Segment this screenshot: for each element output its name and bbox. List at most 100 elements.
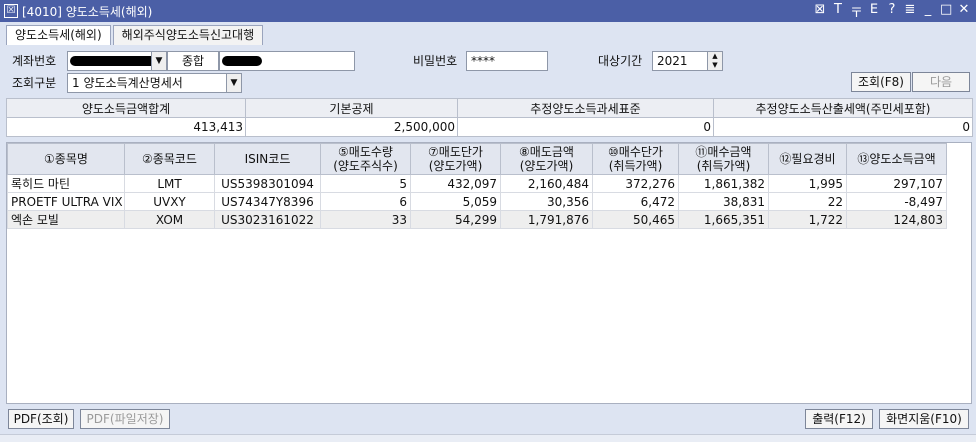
grid-header[interactable]: ⑩매수단가 (취득가액): [592, 143, 679, 175]
cell-stock-name: 록히드 마틴: [7, 174, 125, 193]
grid-header-line: ①종목명: [44, 152, 88, 166]
title-bar: ☒ [4010] 양도소득세(해외) ⊠ T 〒 ⴹ ? ≣ _ □ ✕: [0, 0, 976, 22]
query-type-select[interactable]: 1 양도소득계산명세서: [67, 73, 227, 93]
period-spinner[interactable]: ▲ ▼: [707, 51, 723, 71]
pdf-save-button[interactable]: PDF(파일저장): [80, 409, 170, 429]
window-menu-icon[interactable]: ☒: [4, 4, 18, 18]
grid-header[interactable]: ISIN코드: [214, 143, 321, 175]
grid-header[interactable]: ⑤매도수량 (양도주식수): [320, 143, 411, 175]
text-icon[interactable]: T: [832, 2, 844, 21]
grid-header[interactable]: ②종목코드: [124, 143, 215, 175]
cell-sell-qty: 6: [320, 192, 411, 211]
help-icon[interactable]: ?: [886, 2, 898, 21]
tab-capital-gains-tax-overseas[interactable]: 양도소득세(해외): [6, 25, 111, 45]
grid-header-line: ⑬양도소득금액: [857, 152, 936, 166]
detail-grid-panel[interactable]: ①종목명 ②종목코드 ISIN코드 ⑤매도수량 (양도주식수) ⑦매도단가 (양도가…: [6, 142, 972, 404]
table-row[interactable]: 엑손 모빌 XOM US3023161022 33 54,299 1,791,8…: [7, 210, 947, 229]
tab-overseas-stock-filing-agency[interactable]: 해외주식양도소득신고대행: [112, 25, 264, 45]
cell-sell-amount: 1,791,876: [500, 210, 593, 229]
cell-buy-amount: 1,861,382: [678, 174, 769, 193]
cell-gain: 124,803: [846, 210, 947, 229]
summary-value-gains-total: 413,413: [6, 117, 246, 137]
next-button[interactable]: 다음: [912, 72, 970, 92]
cell-stock-code: LMT: [124, 174, 215, 193]
grid-header-subline: (양도가액): [519, 159, 574, 173]
password-label: 비밀번호: [413, 54, 458, 68]
grid-header-line: ⑤매도수량: [338, 145, 393, 159]
cell-gain: -8,497: [846, 192, 947, 211]
detail-grid: ①종목명 ②종목코드 ISIN코드 ⑤매도수량 (양도주식수) ⑦매도단가 (양도가…: [7, 143, 947, 229]
table-row[interactable]: PROETF ULTRA VIX S UVXY US74347Y8396 6 5…: [7, 192, 947, 211]
cell-expenses: 22: [768, 192, 847, 211]
summary-header: 추정양도소득과세표준: [457, 98, 714, 118]
grid-header[interactable]: ⑬양도소득금액: [846, 143, 947, 175]
grid-header[interactable]: ①종목명: [7, 143, 125, 175]
close-icon[interactable]: ✕: [958, 2, 970, 21]
cell-gain: 297,107: [846, 174, 947, 193]
cell-sell-price: 54,299: [410, 210, 501, 229]
cell-isin: US74347Y8396: [214, 192, 321, 211]
grid-header-line: ⑪매수금액: [695, 145, 752, 159]
status-strip: [0, 434, 976, 442]
grid-header[interactable]: ⑫필요경비: [768, 143, 847, 175]
cell-sell-price: 432,097: [410, 174, 501, 193]
cell-buy-amount: 38,831: [678, 192, 769, 211]
menu-icon[interactable]: ≣: [904, 2, 916, 21]
period-label: 대상기간: [598, 54, 643, 68]
pin-icon[interactable]: 〒: [850, 2, 863, 21]
cell-stock-name: PROETF ULTRA VIX S: [7, 192, 125, 211]
window-title: [4010] 양도소득세(해외): [22, 4, 153, 19]
cell-stock-name: 엑손 모빌: [7, 210, 125, 229]
cell-isin: US3023161022: [214, 210, 321, 229]
password-input[interactable]: ****: [466, 51, 548, 71]
query-button[interactable]: 조회(F8): [851, 72, 911, 92]
grid-header-subline: (취득가액): [608, 159, 663, 173]
popup-icon[interactable]: ⴹ: [868, 2, 880, 21]
cell-sell-amount: 30,356: [500, 192, 593, 211]
summary-value-estimated-tax: 0: [713, 117, 973, 137]
account-label: 계좌번호: [12, 54, 57, 68]
grid-header-subline: (취득가액): [696, 159, 751, 173]
grid-header[interactable]: ⑪매수금액 (취득가액): [678, 143, 769, 175]
grid-header-subline: (양도주식수): [333, 159, 398, 173]
period-input[interactable]: 2021: [652, 51, 708, 71]
summary-value-basic-deduction: 2,500,000: [245, 117, 458, 137]
cell-buy-amount: 1,665,351: [678, 210, 769, 229]
window-controls: ⊠ T 〒 ⴹ ? ≣ _ □ ✕: [814, 2, 970, 21]
clear-screen-button[interactable]: 화면지움(F10): [879, 409, 969, 429]
cell-sell-price: 5,059: [410, 192, 501, 211]
summary-table: 양도소득금액합계 기본공제 추정양도소득과세표준 추정양도소득산출세액(주민세포…: [6, 98, 973, 137]
maximize-icon[interactable]: □: [940, 2, 952, 21]
summary-value-tax-base: 0: [457, 117, 714, 137]
tab-bar: 양도소득세(해외) 해외주식양도소득신고대행: [6, 25, 265, 45]
cell-buy-price: 6,472: [592, 192, 679, 211]
cell-isin: US5398301094: [214, 174, 321, 193]
grid-header[interactable]: ⑧매도금액 (양도가액): [500, 143, 593, 175]
grid-header[interactable]: ⑦매도단가 (양도가액): [410, 143, 501, 175]
grid-header-line: ⑦매도단가: [428, 145, 483, 159]
account-type-field: 종합: [167, 51, 219, 71]
minimize-icon[interactable]: _: [922, 2, 934, 21]
grid-header-line: ⑩매수단가: [608, 145, 663, 159]
grid-header-line: ⑧매도금액: [519, 145, 574, 159]
summary-header: 추정양도소득산출세액(주민세포함): [713, 98, 973, 118]
cell-stock-code: UVXY: [124, 192, 215, 211]
grid-header-line: ISIN코드: [244, 152, 291, 166]
cell-expenses: 1,722: [768, 210, 847, 229]
query-type-label: 조회구분: [12, 76, 57, 90]
account-holder-redaction: [222, 56, 262, 66]
pdf-view-button[interactable]: PDF(조회): [8, 409, 74, 429]
print-button[interactable]: 출력(F12): [805, 409, 873, 429]
cell-expenses: 1,995: [768, 174, 847, 193]
link-icon[interactable]: ⊠: [814, 2, 826, 21]
grid-header-subline: (양도가액): [428, 159, 483, 173]
query-type-dropdown-button[interactable]: ▼: [226, 73, 242, 93]
summary-header: 기본공제: [245, 98, 458, 118]
cell-sell-qty: 5: [320, 174, 411, 193]
table-row[interactable]: 록히드 마틴 LMT US5398301094 5 432,097 2,160,…: [7, 174, 947, 193]
account-number-redaction: [70, 56, 162, 66]
cell-stock-code: XOM: [124, 210, 215, 229]
grid-header-line: ⑫필요경비: [779, 152, 836, 166]
summary-header: 양도소득금액합계: [6, 98, 246, 118]
account-dropdown-button[interactable]: ▼: [151, 51, 167, 71]
